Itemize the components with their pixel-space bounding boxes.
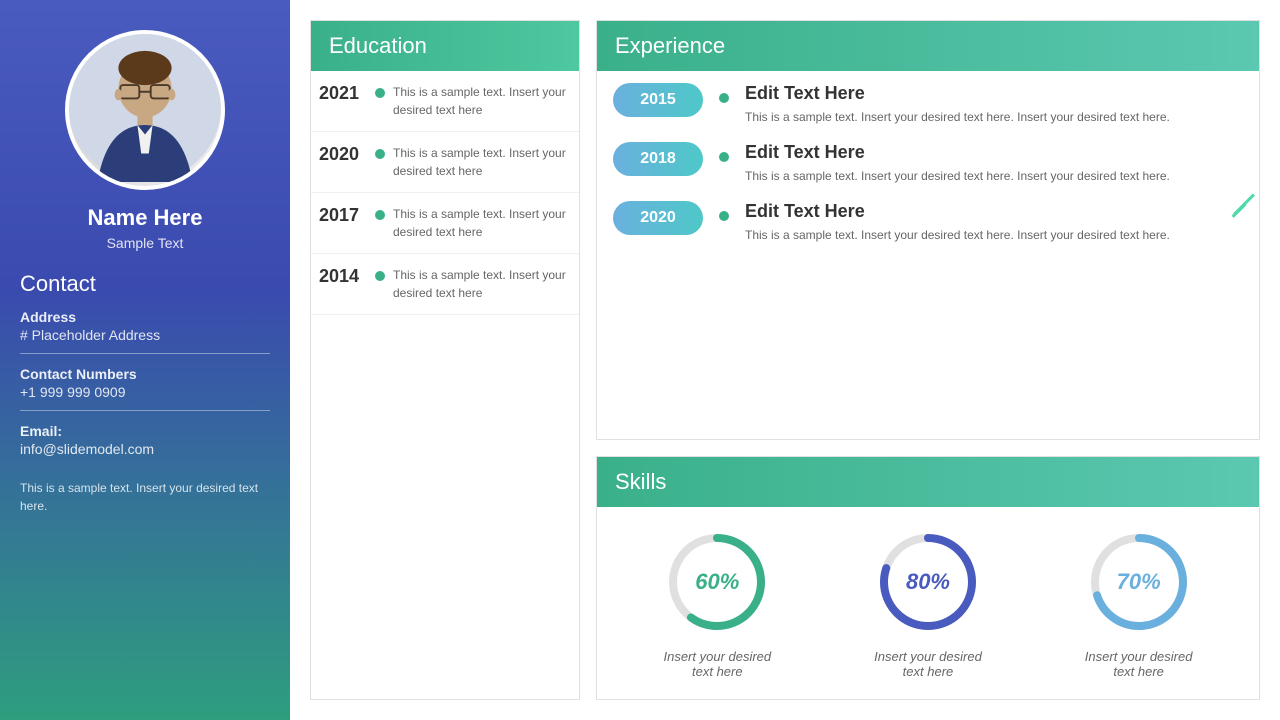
edu-dot-1 bbox=[375, 149, 385, 159]
divider-2 bbox=[20, 410, 270, 411]
skill-circle-1: 80% bbox=[873, 527, 983, 637]
edu-year-3: 2014 bbox=[319, 266, 367, 287]
phone-label: Contact Numbers bbox=[20, 366, 270, 382]
skills-panel: Skills 60% Insert your desiredtext here bbox=[596, 456, 1260, 700]
edu-item-2020: 2020 This is a sample text. Insert your … bbox=[311, 132, 579, 193]
experience-timeline: 2015 Edit Text Here This is a sample tex… bbox=[597, 71, 1259, 256]
exp-block-2: Edit Text Here This is a sample text. In… bbox=[745, 201, 1243, 244]
skill-label-0: Insert your desiredtext here bbox=[663, 649, 771, 679]
main-content: Education 2021 This is a sample text. In… bbox=[290, 0, 1280, 720]
exp-desc-2: This is a sample text. Insert your desir… bbox=[745, 226, 1243, 244]
exp-dot-1 bbox=[719, 152, 729, 162]
name-display: Name Here bbox=[88, 205, 203, 231]
edu-year-0: 2021 bbox=[319, 83, 367, 104]
edu-text-0: This is a sample text. Insert your desir… bbox=[393, 83, 567, 119]
exp-item-2020: 2020 Edit Text Here This is a sample tex… bbox=[613, 201, 1243, 244]
edu-item-2014: 2014 This is a sample text. Insert your … bbox=[311, 254, 579, 315]
skill-item-1: 80% Insert your desiredtext here bbox=[873, 527, 983, 679]
edu-item-2021: 2021 This is a sample text. Insert your … bbox=[311, 71, 579, 132]
two-panels: Education 2021 This is a sample text. In… bbox=[310, 20, 1260, 700]
exp-dot-0 bbox=[719, 93, 729, 103]
skill-label-1: Insert your desiredtext here bbox=[874, 649, 982, 679]
contact-heading: Contact bbox=[20, 271, 270, 297]
edu-year-2: 2017 bbox=[319, 205, 367, 226]
exp-desc-0: This is a sample text. Insert your desir… bbox=[745, 108, 1243, 126]
skills-content: 60% Insert your desiredtext here 80% bbox=[597, 507, 1259, 699]
edu-dot-3 bbox=[375, 271, 385, 281]
exp-year-0: 2015 bbox=[613, 83, 703, 117]
skills-heading: Skills bbox=[597, 457, 1259, 507]
right-panels: Experience 2015 Edit Text Here This is a… bbox=[596, 20, 1260, 700]
skill-label-2: Insert your desiredtext here bbox=[1085, 649, 1193, 679]
contact-section: Contact Address # Placeholder Address Co… bbox=[20, 271, 270, 467]
education-heading: Education bbox=[311, 21, 579, 71]
phone-value: +1 999 999 0909 bbox=[20, 384, 270, 400]
exp-block-0: Edit Text Here This is a sample text. In… bbox=[745, 83, 1243, 126]
education-timeline: 2021 This is a sample text. Insert your … bbox=[311, 71, 579, 315]
experience-heading: Experience bbox=[597, 21, 1259, 71]
skill-circle-0: 60% bbox=[662, 527, 772, 637]
skill-pct-1: 80% bbox=[906, 569, 950, 595]
accent-decoration bbox=[1230, 200, 1258, 215]
edu-text-2: This is a sample text. Insert your desir… bbox=[393, 205, 567, 241]
address-value: # Placeholder Address bbox=[20, 327, 270, 343]
exp-block-1: Edit Text Here This is a sample text. In… bbox=[745, 142, 1243, 185]
skill-item-2: 70% Insert your desiredtext here bbox=[1084, 527, 1194, 679]
skill-item-0: 60% Insert your desiredtext here bbox=[662, 527, 772, 679]
edu-year-1: 2020 bbox=[319, 144, 367, 165]
skill-circle-2: 70% bbox=[1084, 527, 1194, 637]
avatar-illustration bbox=[69, 34, 221, 186]
exp-item-2015: 2015 Edit Text Here This is a sample tex… bbox=[613, 83, 1243, 126]
edu-dot-2 bbox=[375, 210, 385, 220]
edu-text-1: This is a sample text. Insert your desir… bbox=[393, 144, 567, 180]
email-value: info@slidemodel.com bbox=[20, 441, 270, 457]
avatar bbox=[65, 30, 225, 190]
edu-item-2017: 2017 This is a sample text. Insert your … bbox=[311, 193, 579, 254]
skill-pct-2: 70% bbox=[1117, 569, 1161, 595]
name-section: Name Here Sample Text bbox=[88, 205, 203, 251]
experience-panel: Experience 2015 Edit Text Here This is a… bbox=[596, 20, 1260, 440]
address-label: Address bbox=[20, 309, 270, 325]
exp-dot-2 bbox=[719, 211, 729, 221]
exp-title-0: Edit Text Here bbox=[745, 83, 1243, 104]
sidebar-footer: This is a sample text. Insert your desir… bbox=[20, 479, 270, 515]
title-display: Sample Text bbox=[88, 235, 203, 251]
exp-title-2: Edit Text Here bbox=[745, 201, 1243, 222]
exp-title-1: Edit Text Here bbox=[745, 142, 1243, 163]
edu-text-3: This is a sample text. Insert your desir… bbox=[393, 266, 567, 302]
email-label: Email: bbox=[20, 423, 270, 439]
edu-dot-0 bbox=[375, 88, 385, 98]
exp-item-2018: 2018 Edit Text Here This is a sample tex… bbox=[613, 142, 1243, 185]
exp-year-2: 2020 bbox=[613, 201, 703, 235]
exp-year-1: 2018 bbox=[613, 142, 703, 176]
exp-desc-1: This is a sample text. Insert your desir… bbox=[745, 167, 1243, 185]
divider-1 bbox=[20, 353, 270, 354]
education-panel: Education 2021 This is a sample text. In… bbox=[310, 20, 580, 700]
sidebar: Name Here Sample Text Contact Address # … bbox=[0, 0, 290, 720]
skill-pct-0: 60% bbox=[695, 569, 739, 595]
